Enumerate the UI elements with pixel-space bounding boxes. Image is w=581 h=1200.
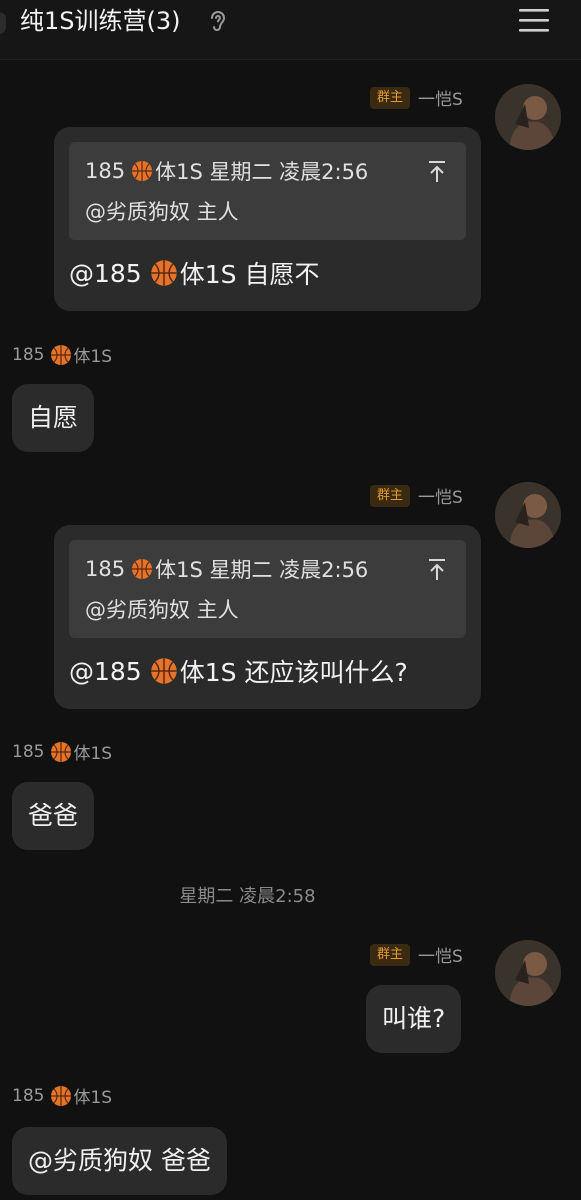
sender-name-member: 185 体1S [12, 342, 112, 367]
quote-message-bubble[interactable]: 185 体1S 星期二 凌晨2:56 @劣质狗奴 主人 @185 体1S 自愿不 [54, 127, 481, 311]
member-name-prefix: 185 [12, 741, 45, 762]
avatar[interactable] [495, 940, 561, 1006]
message-bubble[interactable]: @劣质狗奴 爸爸 [12, 1127, 227, 1195]
quote-body: @劣质狗奴 主人 [85, 200, 239, 224]
sender-name-label: 一恺S [418, 90, 463, 110]
reply-text: @185 体1S 还应该叫什么? [69, 653, 408, 689]
time-separator: 星期二 凌晨2:58 [179, 886, 316, 907]
jump-to-top-icon[interactable] [426, 160, 448, 184]
basketball-icon [150, 658, 177, 684]
member-name-suffix: 体1S [73, 347, 113, 367]
owner-badge: 群主 [370, 943, 411, 966]
sender-name-label: 一恺S [418, 947, 463, 967]
chat-header: 纯1S训练营(3) [0, 0, 581, 60]
basketball-icon [132, 161, 153, 181]
quote-header-prefix: 185 [85, 159, 126, 183]
quote-header-suffix: 体1S 星期二 凌晨2:56 [155, 160, 369, 184]
quoted-message[interactable]: 185 体1S 星期二 凌晨2:56 @劣质狗奴 主人 [69, 540, 466, 638]
sender-name-owner: 群主 一恺S [370, 85, 463, 110]
quote-header-suffix: 体1S 星期二 凌晨2:56 [155, 558, 369, 582]
quote-header: 185 体1S 星期二 凌晨2:56 [85, 156, 368, 186]
sender-name-member: 185 体1S [12, 739, 112, 764]
jump-to-top-icon[interactable] [426, 558, 448, 582]
chat-screen: 纯1S训练营(3) 群主 一恺S 185 体1S 星期二 凌晨2:56 @劣质狗… [0, 0, 581, 1200]
message-bubble[interactable]: 自愿 [12, 384, 95, 452]
owner-badge: 群主 [370, 86, 411, 109]
sender-name-member: 185 体1S [12, 1083, 112, 1108]
quote-header: 185 体1S 星期二 凌晨2:56 [85, 554, 368, 584]
quoted-message[interactable]: 185 体1S 星期二 凌晨2:56 @劣质狗奴 主人 [69, 142, 466, 240]
basketball-icon [51, 344, 72, 365]
basketball-icon [51, 1085, 72, 1106]
reply-text: @185 体1S 自愿不 [69, 255, 319, 291]
menu-icon[interactable] [518, 6, 550, 34]
member-name-prefix: 185 [12, 344, 45, 365]
chat-title[interactable]: 纯1S训练营(3) [20, 5, 181, 37]
avatar[interactable] [495, 482, 561, 548]
basketball-icon [132, 559, 153, 579]
quote-header-prefix: 185 [85, 557, 126, 581]
ear-icon[interactable] [207, 9, 229, 33]
reply-prefix: @185 [69, 656, 142, 686]
member-name-suffix: 体1S [73, 744, 113, 764]
avatar[interactable] [495, 84, 561, 150]
quote-body: @劣质狗奴 主人 [85, 598, 239, 622]
quote-message-bubble[interactable]: 185 体1S 星期二 凌晨2:56 @劣质狗奴 主人 @185 体1S 还应该… [54, 525, 481, 709]
sender-name-owner: 群主 一恺S [370, 483, 463, 508]
member-name-prefix: 185 [12, 1085, 45, 1106]
member-name-suffix: 体1S [73, 1088, 113, 1108]
reply-suffix: 体1S 还应该叫什么? [179, 658, 408, 687]
back-button[interactable] [0, 12, 6, 34]
basketball-icon [51, 741, 72, 762]
sender-name-label: 一恺S [418, 488, 463, 508]
owner-badge: 群主 [370, 484, 411, 507]
reply-suffix: 体1S 自愿不 [179, 260, 320, 289]
sender-name-owner: 群主 一恺S [370, 942, 463, 967]
basketball-icon [150, 260, 177, 286]
reply-prefix: @185 [69, 258, 142, 288]
message-bubble[interactable]: 爸爸 [12, 782, 95, 850]
message-bubble[interactable]: 叫谁? [366, 985, 462, 1053]
